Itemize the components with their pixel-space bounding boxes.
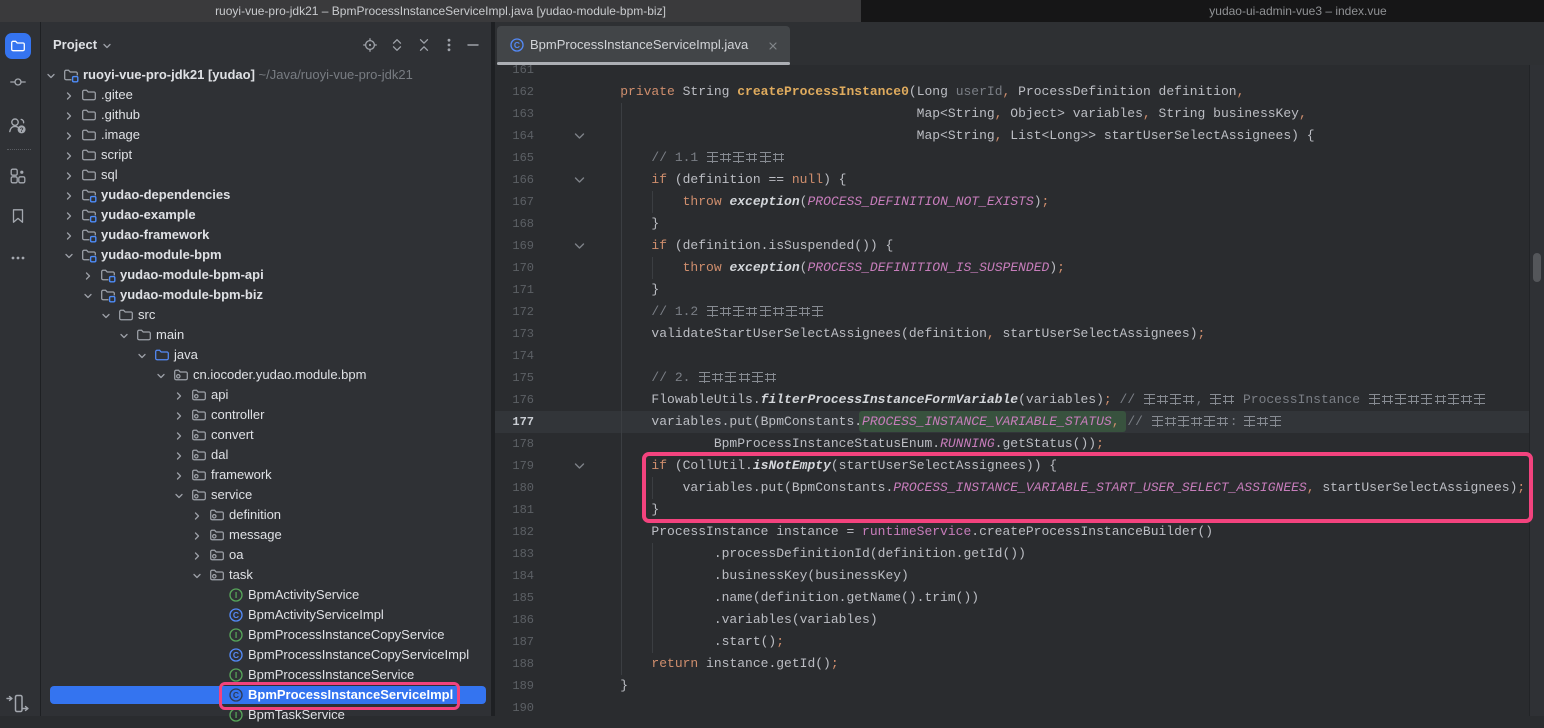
svg-text:I: I [235,630,237,640]
svg-text:?: ? [20,127,24,134]
svg-text:C: C [233,610,239,620]
svg-text:I: I [235,670,237,680]
svg-text:C: C [233,650,239,660]
svg-text:C: C [514,40,520,50]
svg-text:I: I [235,590,237,600]
svg-text:I: I [235,710,237,720]
